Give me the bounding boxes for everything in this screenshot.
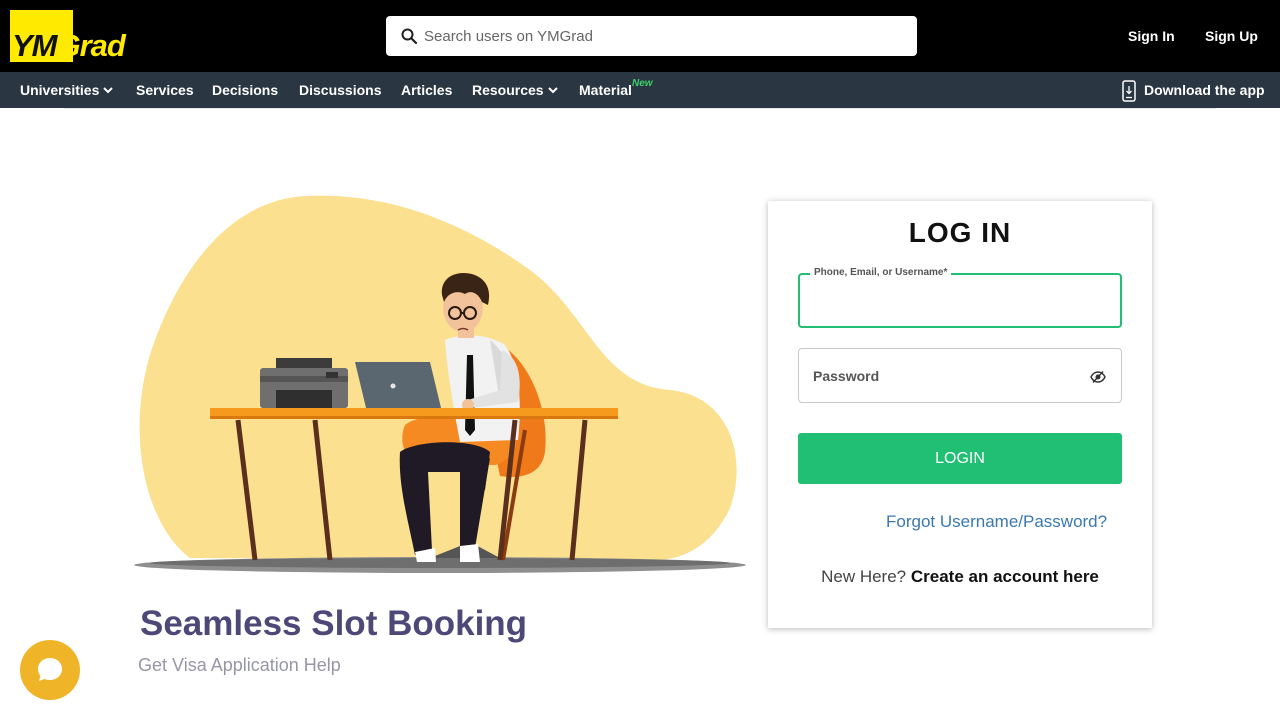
sign-up-link[interactable]: Sign Up: [1205, 28, 1258, 44]
forgot-password-link[interactable]: Forgot Username/Password?: [886, 512, 1107, 532]
nav-item-label: Discussions: [299, 82, 382, 98]
new-badge: New: [632, 78, 653, 89]
office-worker-illustration: [134, 195, 746, 573]
sign-in-link[interactable]: Sign In: [1128, 28, 1175, 44]
background-blob: [139, 195, 737, 560]
chevron-down-icon: [547, 87, 558, 94]
logo-text-ym: YM: [12, 28, 57, 63]
search-input[interactable]: [424, 16, 904, 56]
login-card: LOG IN Phone, Email, or Username* Passwo…: [768, 201, 1152, 628]
ymgrad-logo[interactable]: YMGrad: [10, 10, 156, 64]
nav-item-label: Material: [579, 82, 632, 98]
promo-subtitle: Get Visa Application Help: [138, 655, 341, 675]
password-field[interactable]: Password: [798, 348, 1122, 403]
nav-item-universities[interactable]: Universities: [20, 82, 114, 98]
nav-item-label: Articles: [401, 82, 453, 98]
nav-item-label: Services: [136, 82, 194, 98]
username-field[interactable]: Phone, Email, or Username*: [798, 267, 1122, 328]
login-button[interactable]: LOGIN: [798, 433, 1122, 484]
chat-widget-button[interactable]: [20, 640, 80, 700]
nav-item-decisions[interactable]: Decisions: [212, 82, 278, 98]
logo-text-grad: Grad: [56, 28, 126, 63]
promo-title: Seamless Slot Booking: [140, 604, 528, 643]
chat-icon: [38, 658, 62, 681]
top-bar: YMGrad Sign In Sign Up: [0, 0, 1280, 72]
nav-item-label: Resources: [472, 82, 544, 98]
nav-item-label: Decisions: [212, 82, 279, 98]
chevron-down-icon: [103, 87, 114, 94]
search-box[interactable]: [386, 16, 917, 56]
create-account-link[interactable]: Create an account here: [911, 567, 1099, 586]
password-input[interactable]: [811, 363, 1081, 389]
username-label: Phone, Email, or Username*: [810, 267, 952, 278]
eye-slash-icon[interactable]: [1090, 370, 1106, 384]
login-title: LOG IN: [908, 217, 1012, 248]
nav-item-services[interactable]: Services: [136, 82, 194, 98]
nav-divider: [64, 108, 1216, 109]
search-icon: [401, 28, 417, 44]
main-nav: Universities Services Decisions Discussi…: [0, 72, 1280, 108]
signup-prompt: New Here? Create an account here: [768, 567, 1152, 587]
nav-item-articles[interactable]: Articles: [401, 82, 452, 98]
phone-icon: [1122, 80, 1136, 102]
new-here-text: New Here?: [821, 567, 907, 586]
download-app-label: Download the app: [1144, 82, 1265, 98]
nav-item-resources[interactable]: Resources: [472, 82, 559, 98]
username-input[interactable]: [812, 289, 1082, 315]
nav-item-discussions[interactable]: Discussions: [299, 82, 381, 98]
logo-text: YMGrad: [12, 28, 126, 64]
nav-item-label: Universities: [20, 82, 100, 98]
nav-item-material[interactable]: Material New: [579, 78, 653, 98]
